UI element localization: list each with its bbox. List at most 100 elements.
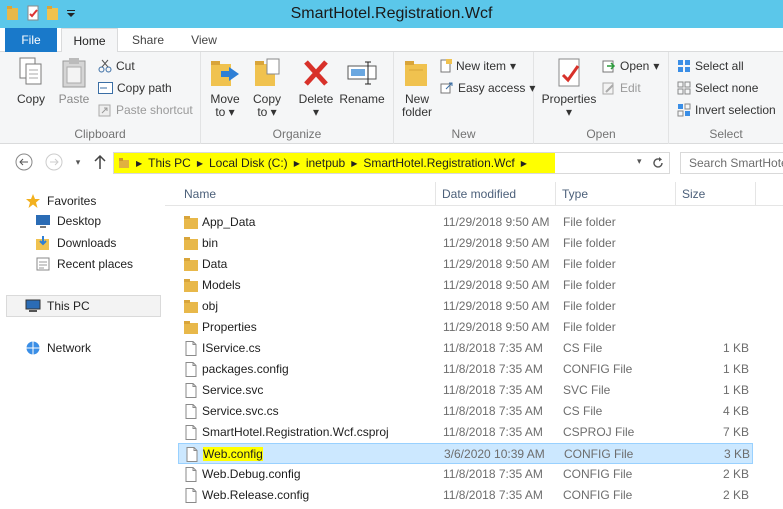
nav-downloads[interactable]: Downloads bbox=[35, 235, 116, 251]
file-name: Service.svc bbox=[202, 383, 264, 397]
delete-button[interactable]: Delete ▾ bbox=[297, 56, 335, 119]
downloads-icon bbox=[36, 236, 49, 250]
open-button[interactable]: Open ▾ bbox=[602, 59, 659, 73]
file-row[interactable]: packages.config 11/8/2018 7:35 AM CONFIG F… bbox=[178, 359, 753, 380]
file-row[interactable]: Service.svc.cs 11/8/2018 7:35 AM CS File 4 … bbox=[178, 401, 753, 422]
file-icon bbox=[185, 467, 197, 482]
refresh-icon[interactable] bbox=[651, 156, 665, 170]
file-date-modified: 11/29/2018 9:50 AM bbox=[443, 299, 550, 313]
file-row[interactable]: obj 11/29/2018 9:50 AM File folder bbox=[178, 296, 753, 317]
file-size: 1 KB bbox=[722, 362, 749, 376]
column-size[interactable]: Size bbox=[676, 182, 756, 206]
computer-icon bbox=[25, 299, 41, 312]
nav-favorites[interactable]: Favorites bbox=[25, 193, 96, 209]
nav-recent-places[interactable]: Recent places bbox=[35, 256, 133, 272]
new-folder-button[interactable]: New folder bbox=[398, 56, 436, 119]
rename-button[interactable]: Rename bbox=[339, 56, 385, 106]
address-bar[interactable]: ▶ This PC ▶ Local Disk (C:) ▶ inetpub ▶ … bbox=[113, 152, 670, 174]
tab-file[interactable]: File bbox=[5, 28, 57, 52]
file-row[interactable]: Models 11/29/2018 9:50 AM File folder bbox=[178, 275, 753, 296]
tab-share[interactable]: Share bbox=[122, 28, 174, 52]
paste-shortcut-button[interactable]: Paste shortcut bbox=[98, 103, 193, 117]
file-date-modified: 11/29/2018 9:50 AM bbox=[443, 215, 550, 229]
nav-desktop[interactable]: Desktop bbox=[35, 214, 101, 228]
star-icon bbox=[26, 194, 40, 208]
tab-home[interactable]: Home bbox=[61, 28, 118, 53]
new-item-button[interactable]: New item ▾ bbox=[440, 59, 516, 73]
back-button[interactable] bbox=[14, 152, 34, 172]
properties-button[interactable]: Properties ▾ bbox=[540, 56, 598, 119]
paste-button[interactable]: Paste bbox=[56, 56, 92, 106]
file-row[interactable]: IService.cs 11/8/2018 7:35 AM CS File 1 KB bbox=[178, 338, 753, 359]
edit-button[interactable]: Edit bbox=[602, 81, 641, 95]
file-name: Web.Debug.config bbox=[202, 467, 301, 481]
file-type: File folder bbox=[563, 278, 616, 292]
address-row: ▾ ▶ This PC ▶ Local Disk (C:) ▶ inetpub … bbox=[0, 144, 783, 180]
file-date-modified: 11/8/2018 7:35 AM bbox=[443, 488, 543, 502]
search-input[interactable]: Search SmartHotel... bbox=[680, 152, 783, 174]
easy-access-button[interactable]: Easy access ▾ bbox=[440, 81, 535, 95]
file-date-modified: 11/8/2018 7:35 AM bbox=[443, 425, 543, 439]
edit-icon bbox=[602, 82, 614, 95]
clipboard-group-label: Clipboard bbox=[74, 127, 126, 141]
tab-view[interactable]: View bbox=[178, 28, 230, 52]
file-row[interactable]: Web.Release.config 11/8/2018 7:35 AM CONFI… bbox=[178, 485, 753, 506]
copy-path-button[interactable]: Copy path bbox=[98, 81, 172, 95]
nav-downloads-label: Downloads bbox=[57, 236, 117, 250]
file-size bbox=[678, 233, 749, 254]
file-row[interactable]: App_Data 11/29/2018 9:50 AM File folder bbox=[178, 212, 753, 233]
file-row[interactable]: Data 11/29/2018 9:50 AM File folder bbox=[178, 254, 753, 275]
select-none-label: Select none bbox=[695, 81, 759, 95]
file-name: App_Data bbox=[202, 215, 256, 229]
copy-button[interactable]: Copy bbox=[14, 56, 48, 106]
file-type: SVC File bbox=[563, 383, 611, 397]
open-label: Open bbox=[620, 59, 650, 73]
file-date-modified: 11/29/2018 9:50 AM bbox=[443, 236, 550, 250]
new-group: New folder New item ▾ Easy access ▾ New bbox=[394, 52, 535, 144]
paste-label: Paste bbox=[58, 92, 90, 106]
file-row[interactable]: Web.Debug.config 11/8/2018 7:35 AM CONFIG … bbox=[178, 464, 753, 485]
recent-locations-button[interactable]: ▾ bbox=[68, 152, 88, 172]
up-button[interactable] bbox=[90, 152, 110, 172]
breadcrumb-separator-icon: ▶ bbox=[520, 158, 527, 168]
column-type[interactable]: Type bbox=[556, 182, 676, 206]
file-date-modified: 11/29/2018 9:50 AM bbox=[443, 320, 550, 334]
file-type: File folder bbox=[563, 320, 616, 334]
file-size: 3 KB bbox=[723, 447, 750, 461]
nav-this-pc[interactable]: This PC bbox=[6, 295, 161, 317]
copy-to-button[interactable]: Copy to ▾ bbox=[249, 56, 285, 119]
breadcrumb-this-pc[interactable]: This PC bbox=[148, 156, 191, 170]
cut-button[interactable]: Cut bbox=[98, 59, 135, 73]
file-date-modified: 11/8/2018 7:35 AM bbox=[443, 467, 543, 481]
paste-shortcut-icon bbox=[98, 104, 111, 117]
breadcrumb-inetpub[interactable]: inetpub bbox=[306, 156, 345, 170]
forward-button[interactable] bbox=[44, 152, 64, 172]
file-row[interactable]: Properties 11/29/2018 9:50 AM File folder bbox=[178, 317, 753, 338]
breadcrumb-local-disk[interactable]: Local Disk (C:) bbox=[209, 156, 288, 170]
file-size: 4 KB bbox=[722, 404, 749, 418]
move-to-button[interactable]: Move to ▾ bbox=[207, 56, 243, 119]
network-icon bbox=[26, 341, 40, 355]
title-bar: SmartHotel.Registration.Wcf bbox=[0, 0, 783, 28]
file-size: 1 KB bbox=[722, 341, 749, 355]
file-type: File folder bbox=[563, 257, 616, 271]
file-size bbox=[678, 275, 749, 296]
select-all-button[interactable]: Select all bbox=[677, 59, 744, 73]
rename-icon bbox=[347, 61, 377, 85]
select-none-button[interactable]: Select none bbox=[677, 81, 758, 95]
file-row[interactable]: Service.svc 11/8/2018 7:35 AM SVC File 1 KB bbox=[178, 380, 753, 401]
address-dropdown-icon[interactable]: ▾ bbox=[637, 156, 642, 167]
column-date-modified[interactable]: Date modified bbox=[436, 182, 556, 206]
invert-selection-button[interactable]: Invert selection bbox=[677, 103, 776, 117]
nav-recent-places-label: Recent places bbox=[57, 257, 134, 271]
file-row[interactable]: bin 11/29/2018 9:50 AM File folder bbox=[178, 233, 753, 254]
file-size bbox=[678, 317, 749, 338]
clipboard-group: Copy Paste Cut Copy path Paste shortcut … bbox=[0, 52, 201, 144]
delete-icon bbox=[304, 60, 328, 86]
copy-path-icon bbox=[98, 82, 113, 94]
file-row[interactable]: Web.config 3/6/2020 10:39 AM CONFIG File 3 … bbox=[178, 443, 753, 464]
nav-network[interactable]: Network bbox=[25, 340, 91, 356]
column-name[interactable]: Name bbox=[178, 182, 436, 206]
breadcrumb-current-folder[interactable]: SmartHotel.Registration.Wcf bbox=[363, 156, 514, 170]
file-row[interactable]: SmartHotel.Registration.Wcf.csproj 11/8/2… bbox=[178, 422, 753, 443]
